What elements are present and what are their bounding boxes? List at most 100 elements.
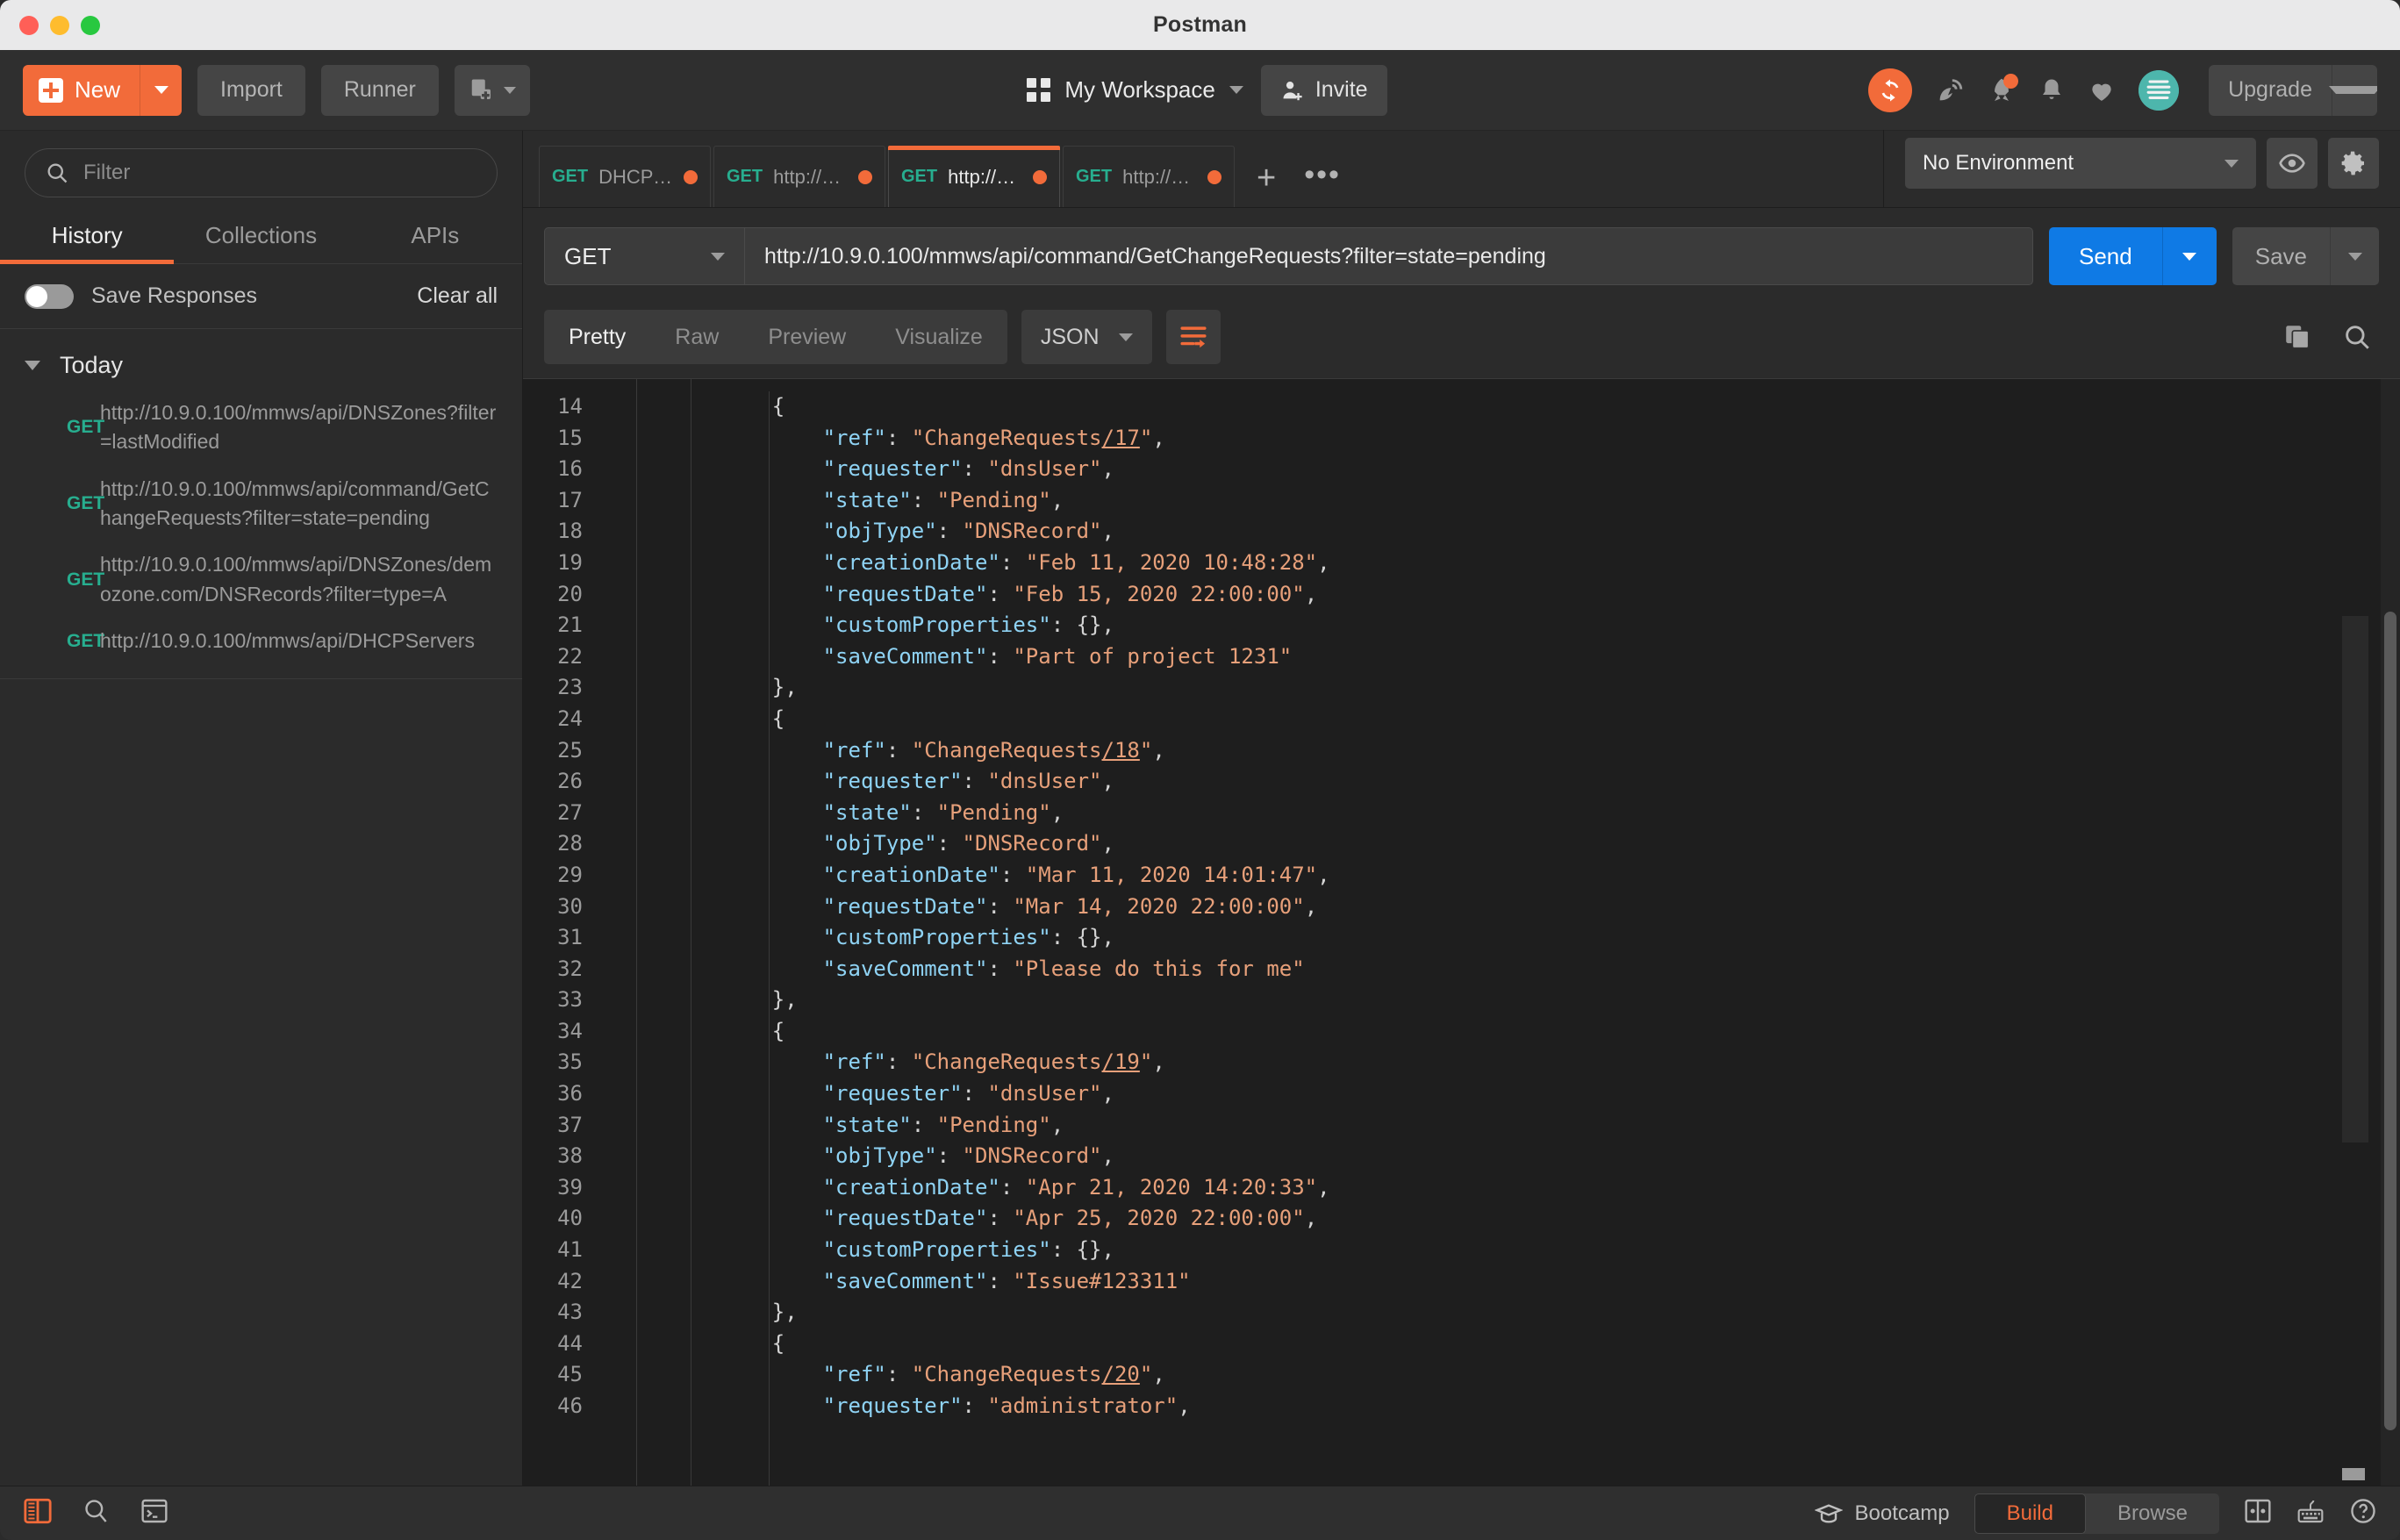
line-number: 25: [557, 737, 583, 763]
line-number: 36: [557, 1081, 583, 1107]
sidebar-tab-history[interactable]: History: [0, 206, 175, 264]
save-dropdown-button[interactable]: [2330, 227, 2379, 285]
sync-button[interactable]: [1868, 68, 1913, 112]
tab-options-button[interactable]: •••: [1295, 160, 1355, 207]
new-dropdown-button[interactable]: [140, 64, 182, 116]
response-format-select[interactable]: JSON: [1021, 310, 1152, 364]
history-group-today[interactable]: Today: [0, 329, 522, 390]
search-icon: [47, 163, 68, 183]
code-scrollbar[interactable]: [2381, 379, 2400, 1486]
clear-all-button[interactable]: Clear all: [417, 283, 498, 309]
line-number: 31: [557, 925, 583, 950]
upgrade-button[interactable]: Upgrade: [2209, 64, 2377, 116]
gear-icon: [2341, 151, 2364, 175]
unsaved-indicator[interactable]: [1207, 169, 1221, 184]
copy-button[interactable]: [2282, 322, 2312, 352]
filter-placeholder: Filter: [83, 161, 131, 184]
invite-button[interactable]: Invite: [1260, 64, 1387, 116]
upgrade-dropdown-button[interactable]: [2328, 64, 2377, 116]
plus-icon: [39, 77, 63, 103]
two-pane-layout-icon: [2245, 1499, 2271, 1523]
favorites-button[interactable]: [2088, 76, 2116, 104]
help-icon: [2351, 1499, 2375, 1523]
mode-browse[interactable]: Browse: [2086, 1493, 2219, 1534]
mode-build[interactable]: Build: [1974, 1493, 2086, 1534]
chevron-down-icon: [2182, 252, 2197, 261]
new-request-template-button[interactable]: [454, 64, 530, 116]
save-responses-toggle[interactable]: [25, 283, 74, 309]
response-body[interactable]: 14 15 16 17 18 19 20 21 22 23 24 25 26 27 28 29 30 31 32 33…: [523, 378, 2400, 1486]
add-tab-button[interactable]: +: [1237, 161, 1295, 207]
list-item[interactable]: GET http://10.9.0.100/mmws/api/DHCPServe…: [0, 618, 522, 664]
line-number: 18: [557, 519, 583, 544]
keyboard-shortcuts-button[interactable]: [2296, 1498, 2325, 1529]
send-label: Send: [2079, 242, 2132, 269]
method-select[interactable]: GET: [544, 227, 744, 285]
filter-input[interactable]: Filter: [25, 148, 498, 197]
tab-preview[interactable]: Preview: [743, 310, 870, 364]
unsaved-indicator[interactable]: [684, 169, 698, 184]
avatar[interactable]: [2139, 69, 2180, 111]
unsaved-indicator[interactable]: [858, 169, 872, 184]
keyboard-icon: [2297, 1500, 2324, 1523]
list-item[interactable]: GET http://10.9.0.100/mmws/api/command/G…: [0, 466, 522, 542]
code-content[interactable]: { "ref": "ChangeRequests/17", "requester…: [691, 379, 2332, 1486]
method-label: GET: [564, 242, 612, 269]
send-dropdown-button[interactable]: [2161, 227, 2217, 285]
sidebar-tab-collections[interactable]: Collections: [174, 206, 347, 263]
bootcamp-button[interactable]: Bootcamp: [1814, 1501, 1950, 1526]
sidebar-tabs: History Collections APIs: [0, 206, 522, 264]
workspace-selector[interactable]: My Workspace Invite: [1027, 64, 1387, 116]
line-number: 40: [557, 1206, 583, 1231]
tab-visualize[interactable]: Visualize: [870, 310, 1007, 364]
tab-raw[interactable]: Raw: [650, 310, 743, 364]
line-number: 28: [557, 831, 583, 856]
search-icon: [85, 1500, 107, 1522]
tab-method: GET: [1076, 167, 1113, 186]
environment-select[interactable]: No Environment: [1905, 138, 2256, 189]
rocket-button[interactable]: [1988, 73, 2019, 105]
history-method: GET: [67, 493, 105, 514]
mode-switch: Build Browse: [1974, 1493, 2219, 1534]
request-tab-1[interactable]: GET DHCP servers: [539, 146, 711, 207]
import-button[interactable]: Import: [197, 64, 305, 116]
grid-icon: [1027, 78, 1051, 102]
list-item[interactable]: GET http://10.9.0.100/mmws/api/DNSZones?…: [0, 390, 522, 466]
line-number: 35: [557, 1049, 583, 1075]
line-number: 27: [557, 799, 583, 825]
new-button[interactable]: New: [23, 64, 183, 116]
history-list: GET http://10.9.0.100/mmws/api/DNSZones?…: [0, 390, 522, 680]
new-button-main[interactable]: New: [23, 65, 140, 116]
satellite-dish-button[interactable]: [1935, 75, 1965, 105]
sidebar-tab-apis[interactable]: APIs: [348, 206, 522, 263]
toolbar-right-icons: Upgrade: [1868, 64, 2377, 116]
unsaved-indicator[interactable]: [1033, 169, 1047, 184]
app-body: Filter History Collections APIs Save Res…: [0, 130, 2400, 1486]
list-item[interactable]: GET http://10.9.0.100/mmws/api/DNSZones/…: [0, 541, 522, 618]
environment-settings-button[interactable]: [2328, 138, 2379, 189]
request-tab-2[interactable]: GET http://10.9.0.100/m...: [713, 146, 885, 207]
save-button[interactable]: Save: [2232, 227, 2379, 285]
line-number: 14: [557, 394, 583, 419]
scrollbar-thumb[interactable]: [2384, 612, 2396, 1430]
avatar-icon: [2139, 69, 2180, 111]
layout-button[interactable]: [2244, 1498, 2272, 1529]
word-wrap-button[interactable]: [1165, 310, 1221, 364]
notifications-button[interactable]: [2038, 75, 2065, 105]
send-button[interactable]: Send: [2049, 227, 2217, 285]
tab-pretty[interactable]: Pretty: [544, 310, 650, 364]
url-input[interactable]: http://10.9.0.100/mmws/api/command/GetCh…: [744, 227, 2033, 285]
line-number: 26: [557, 769, 583, 794]
environment-quick-look-button[interactable]: [2267, 138, 2318, 189]
tab-name: http://10.9.0.100/m...: [1122, 165, 1197, 188]
search-response-button[interactable]: [2342, 322, 2372, 352]
code-minimap[interactable]: [2332, 379, 2381, 1486]
response-toolbar: Pretty Raw Preview Visualize JSON: [523, 303, 2400, 378]
runner-button[interactable]: Runner: [320, 64, 439, 116]
help-button[interactable]: [2349, 1497, 2377, 1529]
console-button[interactable]: [140, 1498, 168, 1529]
request-tab-4[interactable]: GET http://10.9.0.100/m...: [1063, 146, 1235, 207]
status-search-button[interactable]: [82, 1497, 111, 1529]
sidebar-toggle-button[interactable]: [23, 1497, 53, 1529]
request-tab-3[interactable]: GET http://10.9.0.100/m...: [888, 146, 1060, 207]
